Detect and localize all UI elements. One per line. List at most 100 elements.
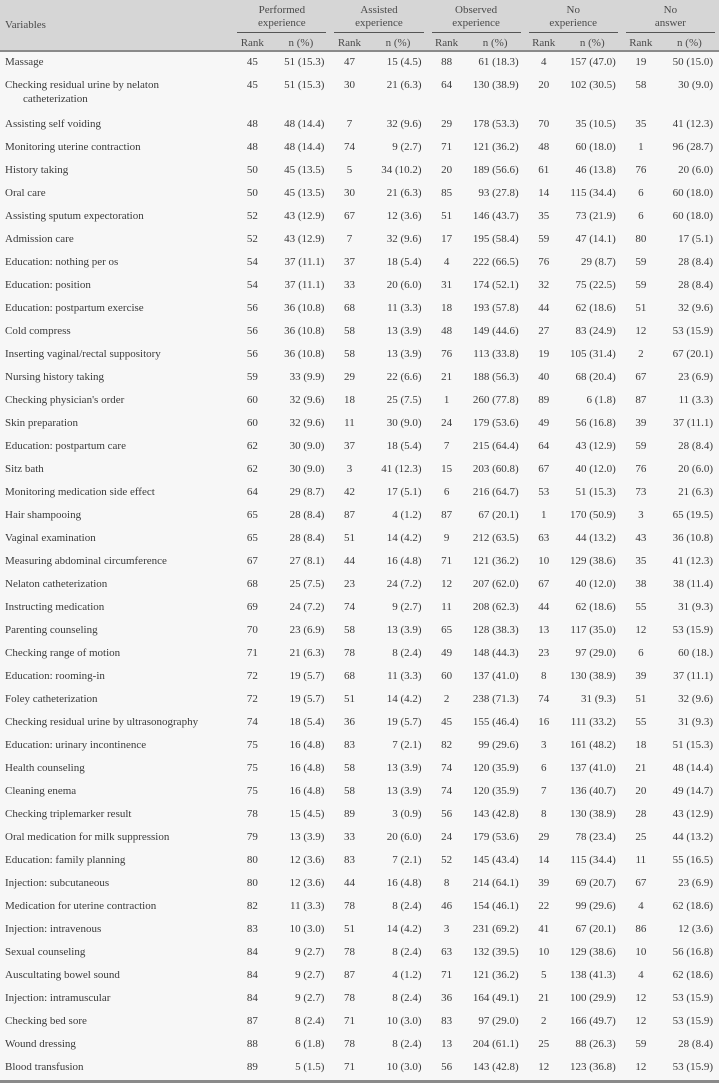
table-row: Checking physician's order 60 32 (9.6) 18 25… (0, 390, 719, 413)
rank-cell: 36 (427, 988, 466, 1011)
n-percent-cell: 24 (7.2) (271, 597, 331, 620)
n-percent-cell: 13 (3.9) (368, 344, 428, 367)
rank-cell: 60 (233, 390, 272, 413)
n-percent-cell: 48 (14.4) (271, 114, 331, 137)
n-percent-cell: 149 (44.6) (465, 321, 525, 344)
n-percent-cell: 45 (13.5) (271, 183, 331, 206)
n-percent-cell: 28 (8.4) (659, 252, 719, 275)
n-percent-cell: 208 (62.3) (465, 597, 525, 620)
rank-cell: 44 (330, 873, 369, 896)
variable-name: Health counseling (0, 758, 234, 781)
n-percent-cell: 113 (33.8) (465, 344, 525, 367)
variable-name-text: Blood transfusion (5, 1061, 84, 1073)
rank-cell: 11 (330, 413, 369, 436)
rank-cell: 67 (621, 873, 660, 896)
variable-name: Education: position (0, 275, 234, 298)
n-percent-cell: 43 (12.9) (271, 206, 331, 229)
n-percent-cell: 34 (10.2) (368, 160, 428, 183)
variable-name-text: Checking physician's order (5, 394, 125, 406)
variable-name-text: Oral care (5, 187, 46, 199)
variable-name-text: Massage (5, 56, 44, 68)
rank-cell: 3 (330, 459, 369, 482)
rank-cell: 18 (621, 735, 660, 758)
rank-cell: 42 (330, 482, 369, 505)
variable-name-text: Cleaning enema (5, 785, 77, 797)
table-row: Foley catheterization 72 19 (5.7) 51 14 (4.2… (0, 689, 719, 712)
rank-cell: 65 (233, 505, 272, 528)
rank-cell: 60 (427, 666, 466, 689)
variable-name: Nelaton catheterization (0, 574, 234, 597)
rank-cell: 7 (330, 114, 369, 137)
rank-cell: 54 (233, 252, 272, 275)
n-percent-cell: 61 (18.3) (465, 51, 525, 75)
rank-cell: 10 (621, 942, 660, 965)
n-percent-cell: 97 (29.0) (562, 643, 622, 666)
n-percent-cell: 62 (18.6) (659, 965, 719, 988)
variable-name: Skin preparation (0, 413, 234, 436)
n-percent-cell: 117 (35.0) (562, 620, 622, 643)
table-row: Blood transfusion 89 5 (1.5) 71 10 (3.0) 56 14… (0, 1057, 719, 1083)
rank-cell: 68 (330, 666, 369, 689)
rank-header: Rank (427, 36, 466, 51)
rank-cell: 29 (524, 827, 563, 850)
n-percent-cell: 18 (5.4) (271, 712, 331, 735)
n-percent-cell: 8 (2.4) (368, 942, 428, 965)
rank-cell: 12 (427, 574, 466, 597)
rank-cell: 52 (233, 206, 272, 229)
rank-cell: 2 (427, 689, 466, 712)
variable-name-text: Admission care (5, 233, 74, 245)
rank-cell: 45 (427, 712, 466, 735)
rank-cell: 63 (427, 942, 466, 965)
group-header-line: experience (258, 16, 306, 29)
n-percent-cell: 69 (20.7) (562, 873, 622, 896)
n-percent-cell: 32 (9.6) (271, 390, 331, 413)
n-percent-cell: 130 (38.9) (562, 804, 622, 827)
n-percent-cell: 30 (9.0) (368, 413, 428, 436)
n-percent-cell: 44 (13.2) (562, 528, 622, 551)
rank-cell: 13 (427, 1034, 466, 1057)
n-percent-cell: 8 (2.4) (368, 1034, 428, 1057)
n-percent-cell: 60 (18.0) (562, 137, 622, 160)
table-row: Cleaning enema 75 16 (4.8) 58 13 (3.9) 74 120 … (0, 781, 719, 804)
table-row: Education: postpartum care 62 30 (9.0) 37 18… (0, 436, 719, 459)
rank-cell: 63 (524, 528, 563, 551)
rank-cell: 60 (233, 413, 272, 436)
n-percent-cell: 17 (5.1) (659, 229, 719, 252)
n-percent-cell: 195 (58.4) (465, 229, 525, 252)
rank-cell: 64 (524, 436, 563, 459)
rank-cell: 74 (330, 597, 369, 620)
rank-cell: 87 (621, 390, 660, 413)
n-percent-cell: 146 (43.7) (465, 206, 525, 229)
rank-cell: 72 (233, 666, 272, 689)
rank-cell: 37 (330, 252, 369, 275)
rank-cell: 80 (233, 873, 272, 896)
rank-cell: 16 (524, 712, 563, 735)
rank-cell: 47 (330, 51, 369, 75)
n-percent-cell: 18 (5.4) (368, 436, 428, 459)
n-percent-cell: 15 (4.5) (368, 51, 428, 75)
rank-cell: 69 (233, 597, 272, 620)
n-percent-cell: 73 (21.9) (562, 206, 622, 229)
rank-cell: 27 (524, 321, 563, 344)
n-percent-cell: 216 (64.7) (465, 482, 525, 505)
variable-name-text: Education: urinary incontinence (5, 739, 147, 751)
rank-cell: 71 (427, 551, 466, 574)
rank-cell: 6 (621, 206, 660, 229)
rank-cell: 62 (233, 436, 272, 459)
n-percent-cell: 17 (5.1) (368, 482, 428, 505)
n-percent-cell: 40 (12.0) (562, 574, 622, 597)
n-percent-cell: 138 (41.3) (562, 965, 622, 988)
rank-cell: 59 (233, 367, 272, 390)
n-percent-cell: 16 (4.8) (271, 781, 331, 804)
n-percent-cell: 120 (35.9) (465, 758, 525, 781)
n-percent-cell: 36 (10.8) (271, 321, 331, 344)
n-percent-cell: 53 (15.9) (659, 321, 719, 344)
n-percent-cell: 111 (33.2) (562, 712, 622, 735)
rank-cell: 49 (427, 643, 466, 666)
rank-cell: 2 (621, 344, 660, 367)
variable-name-text: Injection: subcutaneous (5, 877, 110, 889)
n-percent-cell: 8 (2.4) (368, 896, 428, 919)
n-percent-cell: 137 (41.0) (465, 666, 525, 689)
n-percent-cell: 9 (2.7) (368, 597, 428, 620)
n-percent-cell: 68 (20.4) (562, 367, 622, 390)
